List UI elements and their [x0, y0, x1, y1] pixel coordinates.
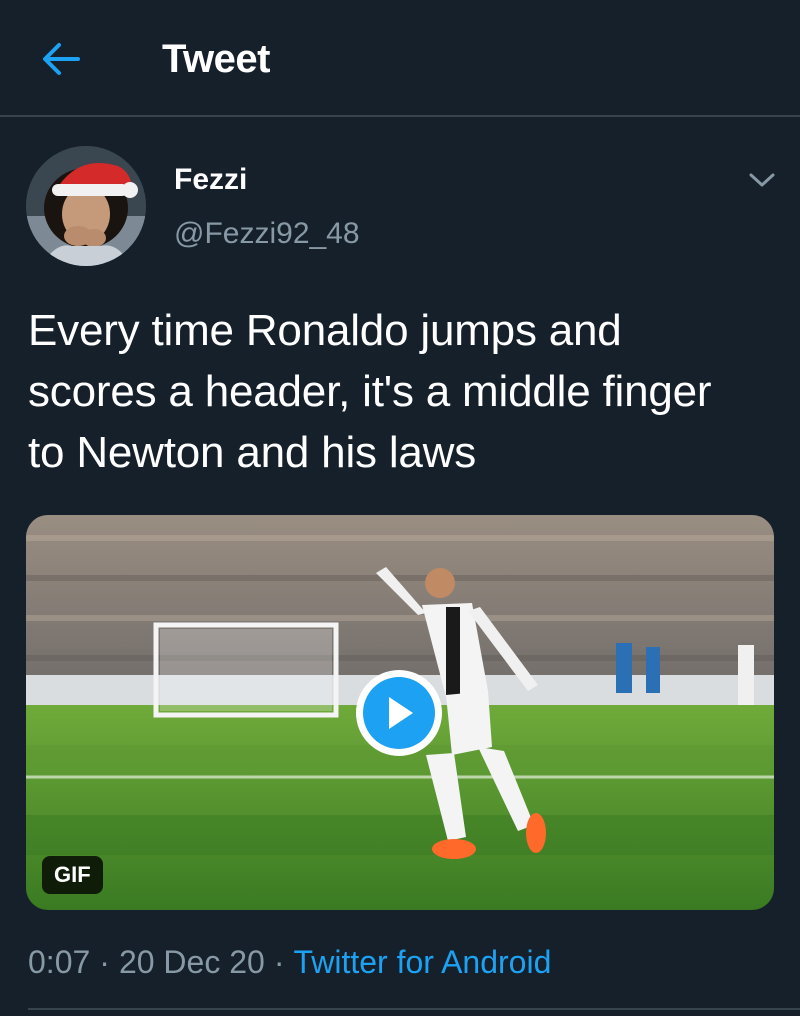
play-button[interactable] [356, 670, 442, 756]
tweet-detail-screen: Tweet Fezzi @Fezzi92_48 Every time Ronal [0, 0, 800, 1016]
meta-separator: · [273, 944, 285, 980]
arrow-left-icon [43, 43, 80, 75]
back-button[interactable] [36, 34, 86, 84]
tweet-date: 20 Dec 20 [118, 944, 265, 980]
avatar[interactable] [26, 146, 146, 266]
tweet-meta: 0:07 · 20 Dec 20 · Twitter for Android [28, 942, 551, 982]
more-options-button[interactable] [740, 160, 784, 200]
meta-separator: · [99, 944, 110, 980]
play-icon [389, 697, 413, 729]
tweet-time: 0:07 [28, 944, 91, 980]
tweet-text: Every time Ronaldo jumps and scores a he… [28, 306, 712, 477]
chevron-down-icon [749, 173, 775, 187]
author-display-name[interactable]: Fezzi [174, 162, 247, 198]
play-button-inner [363, 677, 435, 749]
divider [28, 1008, 800, 1010]
avatar-image [26, 146, 146, 266]
top-bar: Tweet [0, 0, 800, 117]
author-handle[interactable]: @Fezzi92_48 [174, 216, 360, 252]
gif-badge: GIF [42, 856, 103, 894]
page-title: Tweet [162, 37, 270, 81]
tweet-source-link[interactable]: Twitter for Android [293, 944, 551, 980]
